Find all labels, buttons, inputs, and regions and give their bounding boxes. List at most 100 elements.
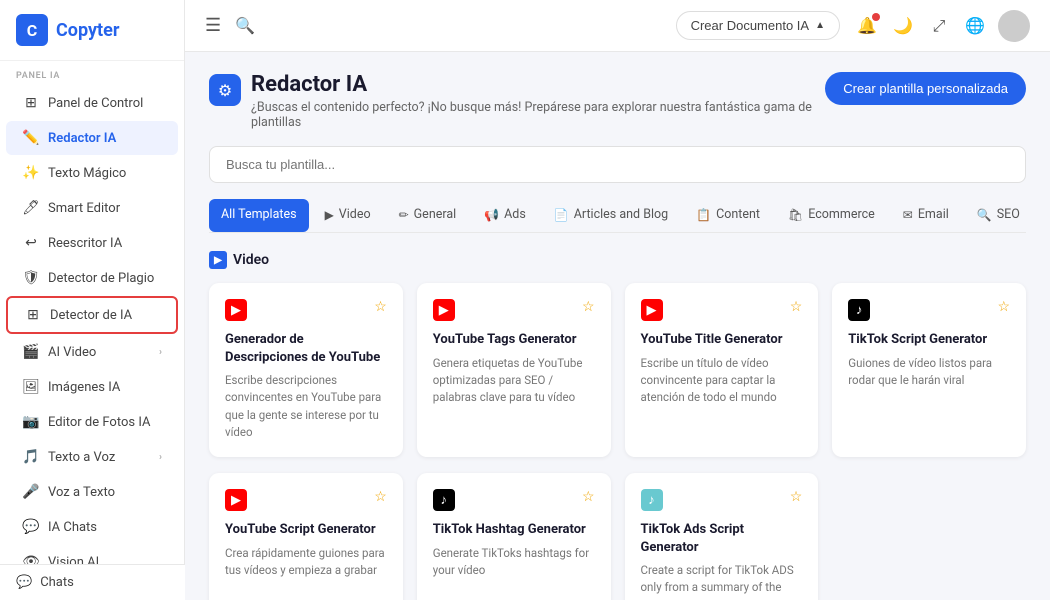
tabs-container: All Templates ▶ Video ✏ General 📢 Ads 📄 … (209, 199, 1026, 233)
card-header-tiktok-script: ♪ ☆ (848, 299, 1010, 321)
tab-label-video: Video (339, 207, 371, 222)
card-tiktok-ads[interactable]: ♪ ☆ TikTok Ads Script Generator Create a… (625, 473, 819, 600)
user-avatar[interactable] (998, 10, 1030, 42)
redactor-subtitle: ¿Buscas el contenido perfecto? ¡No busqu… (251, 100, 825, 130)
logo-text: Copyter (56, 20, 119, 41)
sidebar-label-voz-texto: Voz a Texto (48, 485, 162, 500)
topbar-search-icon[interactable]: 🔍 (235, 16, 255, 35)
sidebar-item-texto-magico[interactable]: ✨ Texto Mágico (6, 156, 178, 190)
sidebar-item-redactor-ia[interactable]: ✏️ Redactor IA (6, 121, 178, 155)
topbar: ☰ 🔍 Crear Documento IA ▲ 🔔 🌙 ⤢ 🌐 (185, 0, 1050, 52)
main: ☰ 🔍 Crear Documento IA ▲ 🔔 🌙 ⤢ 🌐 ⚙ Redac… (185, 0, 1050, 600)
card-tiktok-script[interactable]: ♪ ☆ TikTok Script Generator Guiones de v… (832, 283, 1026, 457)
tab-articles[interactable]: 📄 Articles and Blog (542, 199, 680, 232)
chats-tab[interactable]: 💬 Chats (0, 564, 185, 600)
tab-all[interactable]: All Templates (209, 199, 309, 232)
sidebar-label-panel-control: Panel de Control (48, 96, 162, 111)
card-yt-title[interactable]: ▶ ☆ YouTube Title Generator Escribe un t… (625, 283, 819, 457)
tab-icon-general: ✏ (399, 208, 409, 222)
tab-content[interactable]: 📋 Content (684, 199, 772, 232)
sidebar-icon-ai-video: 🎬 (22, 343, 40, 361)
redactor-header: ⚙ Redactor IA ¿Buscas el contenido perfe… (209, 72, 1026, 130)
sidebar-label-imagenes-ia: Imágenes IA (48, 380, 162, 395)
sidebar-item-voz-texto[interactable]: 🎤 Voz a Texto (6, 475, 178, 509)
platform-icon-tiktok-hashtag: ♪ (433, 489, 455, 511)
tab-video[interactable]: ▶ Video (313, 199, 383, 232)
sidebar-logo: C Copyter (0, 0, 184, 61)
sidebar-icon-texto-voz: 🎵 (22, 448, 40, 466)
language-button[interactable]: 🌐 (958, 9, 992, 43)
chats-icon: 💬 (16, 575, 32, 590)
sidebar-item-ai-video[interactable]: 🎬 AI Video › (6, 335, 178, 369)
star-icon-tiktok-script[interactable]: ☆ (997, 299, 1010, 315)
card-yt-tags[interactable]: ▶ ☆ YouTube Tags Generator Genera etique… (417, 283, 611, 457)
content: ⚙ Redactor IA ¿Buscas el contenido perfe… (185, 52, 1050, 600)
notification-badge (872, 13, 880, 21)
sidebar-item-smart-editor[interactable]: 🖊 Smart Editor (6, 191, 178, 225)
sidebar-item-texto-voz[interactable]: 🎵 Texto a Voz › (6, 440, 178, 474)
sidebar-icon-detector-ia: ⊞ (24, 306, 42, 324)
redactor-title: Redactor IA (251, 72, 825, 97)
tab-icon-video: ▶ (325, 208, 334, 222)
card-header-yt-script: ▶ ☆ (225, 489, 387, 511)
tab-label-content: Content (716, 207, 760, 222)
tab-label-general: General (414, 207, 457, 222)
create-doc-button[interactable]: Crear Documento IA ▲ (676, 11, 840, 40)
notifications-button[interactable]: 🔔 (850, 9, 884, 43)
sidebar-label-ia-chats: IA Chats (48, 520, 162, 535)
tab-icon-seo: 🔍 (977, 208, 992, 222)
card-title-yt-title: YouTube Title Generator (641, 331, 803, 349)
sidebar-section-label: PANEL IA (0, 61, 184, 85)
fullscreen-button[interactable]: ⤢ (922, 9, 956, 43)
tab-ecommerce[interactable]: 🛍 Ecommerce (776, 199, 887, 232)
video-section-label: Video (233, 252, 269, 268)
cards-row2: ▶ ☆ YouTube Script Generator Crea rápida… (209, 473, 1026, 600)
tab-ads[interactable]: 📢 Ads (472, 199, 538, 232)
sidebar-icon-editor-fotos: 📷 (22, 413, 40, 431)
card-desc-yt-title: Escribe un título de vídeo convincente p… (641, 355, 803, 407)
card-title-yt-script: YouTube Script Generator (225, 521, 387, 539)
menu-icon[interactable]: ☰ (205, 15, 221, 36)
star-icon-yt-title[interactable]: ☆ (790, 299, 803, 315)
tab-general[interactable]: ✏ General (387, 199, 469, 232)
redactor-info: Redactor IA ¿Buscas el contenido perfect… (251, 72, 825, 130)
card-desc-yt-desc: Escribe descripciones convincentes en Yo… (225, 372, 387, 441)
card-title-tiktok-ads: TikTok Ads Script Generator (641, 521, 803, 556)
card-title-yt-tags: YouTube Tags Generator (433, 331, 595, 349)
tab-label-email: Email (918, 207, 949, 222)
card-yt-desc[interactable]: ▶ ☆ Generador de Descripciones de YouTub… (209, 283, 403, 457)
sidebar-item-ia-chats[interactable]: 💬 IA Chats (6, 510, 178, 544)
sidebar-item-imagenes-ia[interactable]: 🖼 Imágenes IA (6, 370, 178, 404)
sidebar-icon-texto-magico: ✨ (22, 164, 40, 182)
card-yt-script[interactable]: ▶ ☆ YouTube Script Generator Crea rápida… (209, 473, 403, 600)
crear-plantilla-button[interactable]: Crear plantilla personalizada (825, 72, 1026, 105)
tab-email[interactable]: ✉ Email (891, 199, 961, 232)
star-icon-yt-tags[interactable]: ☆ (582, 299, 595, 315)
card-header-yt-tags: ▶ ☆ (433, 299, 595, 321)
sidebar-label-smart-editor: Smart Editor (48, 201, 162, 216)
tab-label-ecommerce: Ecommerce (808, 207, 875, 222)
sidebar-item-editor-fotos[interactable]: 📷 Editor de Fotos IA (6, 405, 178, 439)
star-icon-yt-script[interactable]: ☆ (374, 489, 387, 505)
card-desc-yt-tags: Genera etiquetas de YouTube optimizadas … (433, 355, 595, 407)
tab-icon-ads: 📢 (484, 208, 499, 222)
sidebar-items: ⊞ Panel de Control ✏️ Redactor IA ✨ Text… (0, 85, 184, 580)
sidebar-item-panel-control[interactable]: ⊞ Panel de Control (6, 86, 178, 120)
card-header-tiktok-hashtag: ♪ ☆ (433, 489, 595, 511)
tab-seo[interactable]: 🔍 SEO (965, 199, 1026, 232)
card-tiktok-hashtag[interactable]: ♪ ☆ TikTok Hashtag Generator Generate Ti… (417, 473, 611, 600)
sidebar-icon-panel-control: ⊞ (22, 94, 40, 112)
sidebar-item-detector-ia[interactable]: ⊞ Detector de IA (6, 296, 178, 334)
star-icon-tiktok-hashtag[interactable]: ☆ (582, 489, 595, 505)
arrow-icon-ai-video: › (159, 347, 162, 358)
sidebar-icon-voz-texto: 🎤 (22, 483, 40, 501)
video-section-icon: ▶ (209, 251, 227, 269)
sidebar-item-reescritor-ia[interactable]: ↩ Reescritor IA (6, 226, 178, 260)
sidebar-item-detector-plagio[interactable]: 🛡 Detector de Plagio (6, 261, 178, 295)
tab-icon-content: 📋 (696, 208, 711, 222)
star-icon-tiktok-ads[interactable]: ☆ (790, 489, 803, 505)
tab-label-all: All Templates (221, 207, 297, 222)
star-icon-yt-desc[interactable]: ☆ (374, 299, 387, 315)
moon-icon-button[interactable]: 🌙 (886, 9, 920, 43)
search-input[interactable] (226, 157, 1009, 172)
